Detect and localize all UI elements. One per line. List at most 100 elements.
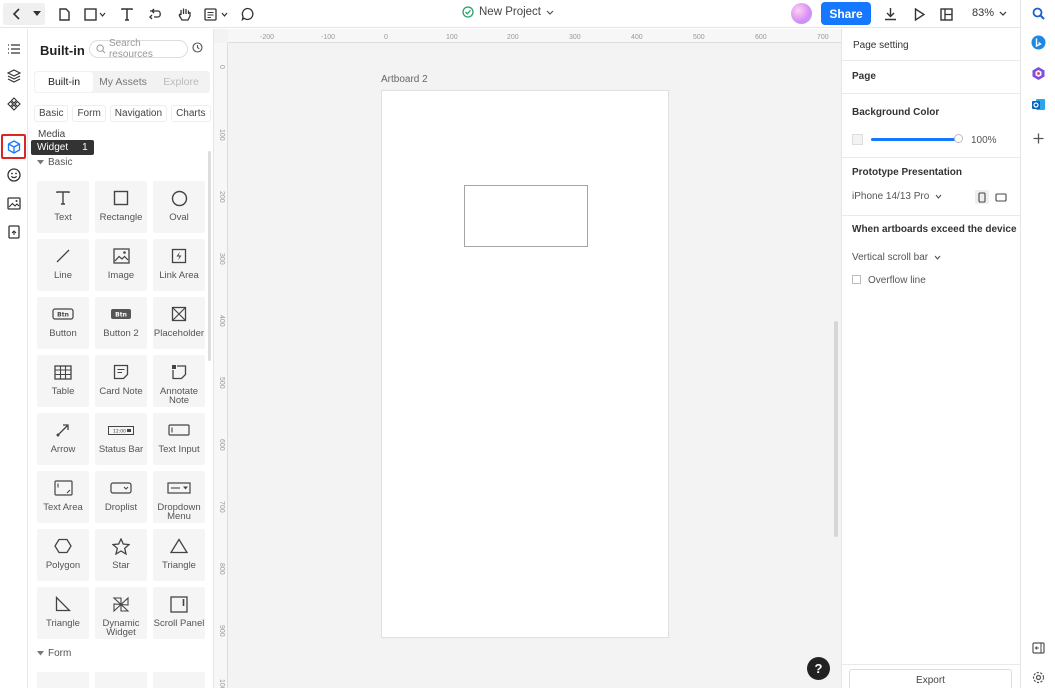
office-icon[interactable]	[1030, 65, 1047, 82]
text-tool-icon[interactable]	[120, 4, 134, 24]
comment-icon[interactable]	[240, 4, 256, 24]
tab-explore[interactable]: Explore	[152, 71, 210, 93]
section-form-header[interactable]: Form	[37, 648, 71, 659]
tab-built-in[interactable]: Built-in	[35, 72, 93, 92]
asset-tabs: Built-in My Assets Explore	[34, 71, 210, 93]
widget-tile[interactable]: Card Note	[95, 355, 147, 407]
widget-tile[interactable]: Arrow	[37, 413, 89, 465]
section-basic-header[interactable]: Basic	[37, 157, 72, 168]
export-button[interactable]: Export	[849, 669, 1012, 688]
oval-icon	[171, 187, 188, 209]
widget-tile[interactable]: Droplist	[95, 471, 147, 523]
opacity-value[interactable]: 100%	[971, 135, 997, 146]
ruler-tick: -100	[321, 34, 336, 41]
category-form[interactable]: Form	[72, 105, 106, 122]
image-library-icon[interactable]	[5, 195, 22, 212]
category-charts[interactable]: Charts	[171, 105, 211, 122]
layout-panel-icon[interactable]	[938, 4, 954, 24]
settings-gear-icon[interactable]	[1030, 669, 1047, 686]
card-note-icon	[113, 361, 129, 383]
comment-list-icon[interactable]	[203, 4, 229, 24]
prototype-presentation-title: Prototype Presentation	[852, 167, 963, 178]
artboard-label[interactable]: Artboard 2	[381, 74, 428, 85]
widget-tile[interactable]: Triangle	[153, 529, 205, 581]
back-icon[interactable]	[9, 4, 23, 24]
components-icon[interactable]	[5, 95, 22, 112]
category-navigation[interactable]: Navigation	[109, 105, 168, 122]
chevron-down-icon[interactable]	[31, 4, 43, 24]
background-color-swatch[interactable]	[852, 134, 863, 145]
widget-tile[interactable]: Link Area	[153, 239, 205, 291]
ruler-tick: 1000	[218, 679, 225, 688]
opacity-slider[interactable]	[871, 138, 959, 141]
hand-tool-icon[interactable]	[177, 4, 193, 24]
widget-tile[interactable]: Scroll Panel	[153, 587, 205, 639]
category-basic[interactable]: Basic	[34, 105, 69, 122]
widget-label: Table	[51, 386, 75, 397]
widget-label: Oval	[169, 212, 189, 223]
help-button[interactable]: ?	[807, 657, 830, 680]
artboard[interactable]	[381, 90, 669, 638]
layers-icon[interactable]	[5, 67, 22, 84]
search-icon	[96, 44, 106, 54]
outline-list-icon[interactable]	[5, 40, 22, 57]
share-button[interactable]: Share	[821, 2, 871, 25]
page-icon[interactable]	[57, 4, 71, 24]
bing-icon[interactable]	[1030, 34, 1047, 51]
download-icon[interactable]	[882, 4, 898, 24]
plugin-icon[interactable]	[5, 223, 22, 240]
widget-label: Placeholder	[153, 328, 205, 339]
device-select[interactable]: iPhone 14/13 Pro	[852, 191, 942, 202]
widget-tile[interactable]: Text	[37, 181, 89, 233]
widget-tile[interactable]: Dynamic Widget	[95, 587, 147, 639]
widget-tile[interactable]	[153, 672, 205, 688]
widget-tile[interactable]: Image	[95, 239, 147, 291]
widget-tile[interactable]: Btn Button	[37, 297, 89, 349]
collapse-sidebar-icon[interactable]	[1030, 639, 1047, 656]
widget-tile[interactable]: Rectangle	[95, 181, 147, 233]
widget-icon[interactable]	[1, 134, 26, 159]
overflow-line-checkbox[interactable]	[852, 275, 861, 284]
outlook-icon[interactable]	[1030, 96, 1047, 113]
opacity-slider-handle[interactable]	[954, 134, 963, 143]
widget-tile[interactable]	[95, 672, 147, 688]
canvas-scrollbar[interactable]	[834, 321, 838, 537]
portrait-orientation-icon[interactable]	[975, 190, 989, 204]
avatar[interactable]	[791, 3, 812, 24]
widget-tile[interactable]: Btn Button 2	[95, 297, 147, 349]
widget-tile[interactable]: Triangle	[37, 587, 89, 639]
panel-scrollbar[interactable]	[208, 151, 211, 361]
widget-tile[interactable]: Line	[37, 239, 89, 291]
widget-tile[interactable]: Text Input	[153, 413, 205, 465]
widget-tile[interactable]: Star	[95, 529, 147, 581]
search-input[interactable]: Search resources	[89, 38, 188, 60]
zoom-select[interactable]: 83%	[972, 7, 1007, 19]
widget-tile[interactable]	[37, 672, 89, 688]
caret-down-icon	[37, 160, 44, 165]
rectangle-shape[interactable]	[464, 185, 588, 247]
widget-tile[interactable]: Dropdown Menu	[153, 471, 205, 523]
widget-tile[interactable]: Table	[37, 355, 89, 407]
widget-tile[interactable]: Placeholder	[153, 297, 205, 349]
saved-check-icon	[462, 6, 474, 18]
widget-tile[interactable]: Polygon	[37, 529, 89, 581]
tab-my-assets[interactable]: My Assets	[94, 71, 152, 93]
widget-tile[interactable]: 12:00 Status Bar	[95, 413, 147, 465]
emoji-icon[interactable]	[5, 166, 22, 183]
add-icon[interactable]	[1030, 130, 1047, 147]
project-title[interactable]: New Project	[462, 6, 554, 18]
frame-tool-icon[interactable]	[83, 4, 107, 24]
ruler-tick: 400	[631, 34, 643, 41]
widget-label: Triangle	[162, 560, 196, 571]
scroll-option-select[interactable]: Vertical scroll bar	[852, 252, 941, 263]
design-canvas[interactable]: -200 -100 0 100 200 300 400 500 600 700 …	[214, 29, 841, 688]
landscape-orientation-icon[interactable]	[994, 190, 1008, 204]
play-preview-icon[interactable]	[911, 4, 927, 24]
search-icon[interactable]	[1030, 5, 1047, 22]
widget-tile[interactable]: Text Area	[37, 471, 89, 523]
widget-tile[interactable]: Oval	[153, 181, 205, 233]
connector-tool-icon[interactable]	[148, 4, 164, 24]
horizontal-ruler: -200 -100 0 100 200 300 400 500 600 700	[228, 29, 841, 43]
widget-tile[interactable]: Annotate Note	[153, 355, 205, 407]
history-icon[interactable]	[192, 42, 203, 56]
